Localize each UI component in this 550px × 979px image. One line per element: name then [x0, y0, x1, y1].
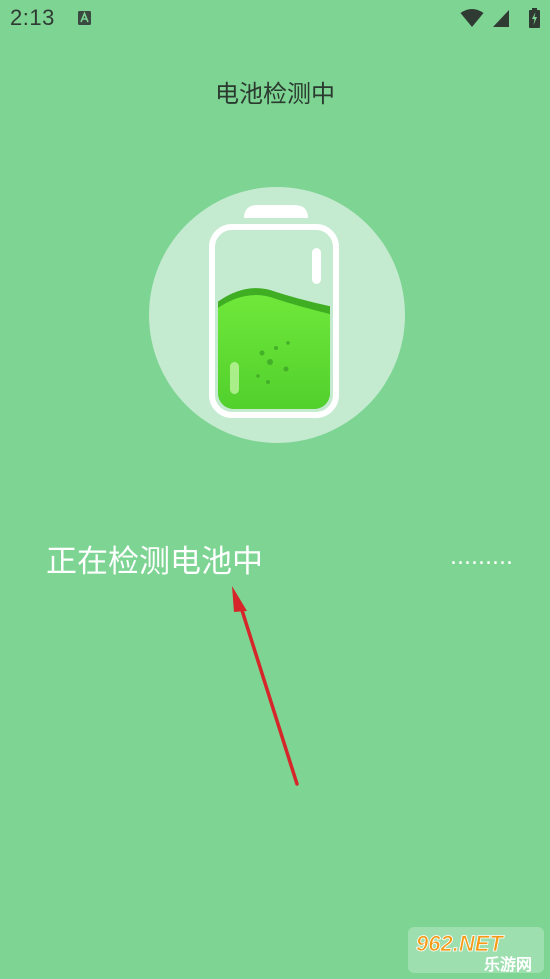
wifi-icon: [460, 9, 484, 27]
battery-level-icon: [149, 187, 405, 443]
watermark-top-text: 962.NET: [416, 931, 504, 956]
progress-dots: .........: [450, 545, 513, 570]
battery-highlight-top: [312, 248, 321, 284]
site-watermark: 962.NET 乐游网: [408, 927, 544, 974]
battery-charging-icon: [529, 8, 540, 28]
status-bar: 2:13: [0, 0, 550, 38]
status-time: 2:13: [10, 5, 55, 30]
a-badge-icon: [78, 11, 91, 25]
battery-highlight-bottom: [230, 362, 239, 394]
battery-liquid: [218, 288, 330, 409]
cell-signal-icon: [493, 10, 509, 27]
red-arrow-icon: [232, 586, 299, 786]
page-title: 电池检测中: [215, 80, 335, 108]
battery-cap: [244, 205, 308, 218]
detection-status-message: 正在检测电池中: [46, 544, 263, 580]
watermark-bottom-text: 乐游网: [484, 955, 532, 974]
